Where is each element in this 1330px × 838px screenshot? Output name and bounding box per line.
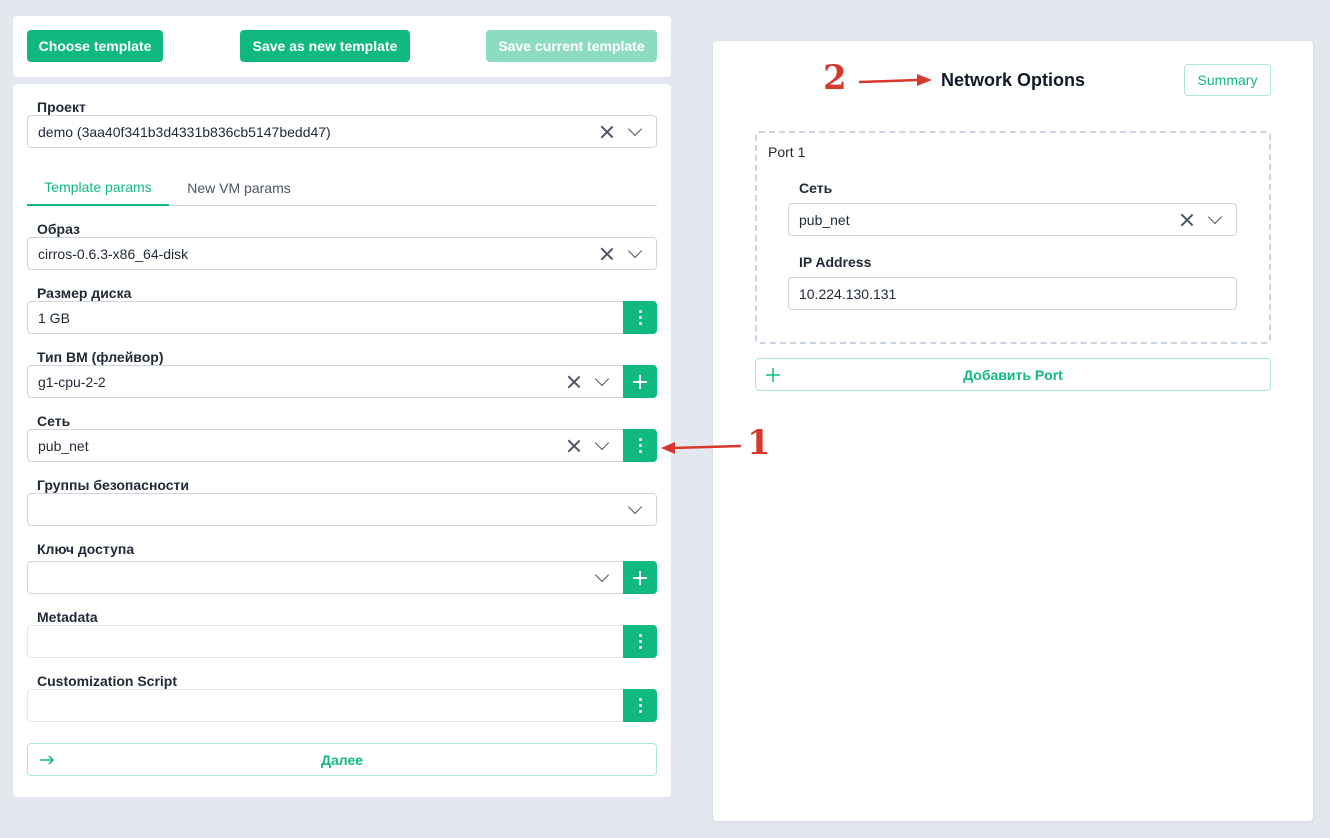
next-button[interactable]: Далее <box>27 743 657 776</box>
add-port-label: Добавить Port <box>963 366 1063 383</box>
disk-size-value: 1 GB <box>38 309 70 326</box>
disk-size-input[interactable]: 1 GB <box>27 301 624 334</box>
network-select[interactable]: pub_net <box>27 429 624 462</box>
annotation-arrow-1 <box>661 442 742 454</box>
access-key-select[interactable] <box>27 561 624 594</box>
choose-template-button[interactable]: Choose template <box>27 30 163 62</box>
chevron-down-icon[interactable] <box>594 435 610 451</box>
network-value: pub_net <box>38 437 89 454</box>
project-value: demo (3aa40f341b3d4331b836cb5147bedd47) <box>38 123 331 140</box>
image-select[interactable]: cirros-0.6.3-x86_64-disk <box>27 237 657 270</box>
vm-form: Проект demo (3aa40f341b3d4331b836cb5147b… <box>13 84 671 797</box>
image-label: Образ <box>37 221 81 237</box>
summary-button[interactable]: Summary <box>1184 64 1271 96</box>
port-label: Port 1 <box>768 144 806 160</box>
ip-address-value: 10.224.130.131 <box>799 285 897 302</box>
add-access-key-button[interactable] <box>623 561 657 594</box>
security-groups-select[interactable] <box>27 493 657 526</box>
customization-script-input[interactable] <box>27 689 624 722</box>
project-label: Проект <box>37 99 86 115</box>
chevron-down-icon[interactable] <box>627 243 643 259</box>
image-value: cirros-0.6.3-x86_64-disk <box>38 245 189 262</box>
clear-icon[interactable] <box>567 375 581 389</box>
tab-bar: Template params New VM params <box>27 170 657 206</box>
plus-icon <box>766 368 780 382</box>
metadata-input[interactable] <box>27 625 624 658</box>
plus-icon <box>633 374 647 389</box>
ip-address-input[interactable]: 10.224.130.131 <box>788 277 1237 310</box>
project-select[interactable]: demo (3aa40f341b3d4331b836cb5147bedd47) <box>27 115 657 148</box>
disk-size-options-button[interactable] <box>623 301 657 334</box>
save-as-new-template-button[interactable]: Save as new template <box>240 30 410 62</box>
metadata-label: Metadata <box>37 609 98 625</box>
more-vertical-icon <box>638 634 642 649</box>
more-vertical-icon <box>638 310 642 325</box>
add-flavor-button[interactable] <box>623 365 657 398</box>
customization-script-options-button[interactable] <box>623 689 657 722</box>
more-vertical-icon <box>638 698 642 713</box>
port-network-value: pub_net <box>799 211 850 228</box>
chevron-down-icon[interactable] <box>1207 209 1223 225</box>
tab-new-vm-params[interactable]: New VM params <box>169 170 309 206</box>
clear-icon[interactable] <box>567 439 581 453</box>
chevron-down-icon[interactable] <box>594 371 610 387</box>
port-network-label: Сеть <box>799 180 833 196</box>
flavor-value: g1-cpu-2-2 <box>38 373 106 390</box>
clear-icon[interactable] <box>600 125 614 139</box>
access-key-label: Ключ доступа <box>37 541 135 557</box>
clear-icon[interactable] <box>1180 213 1194 227</box>
clear-icon[interactable] <box>600 247 614 261</box>
template-toolbar: Choose template Save as new template Sav… <box>13 16 671 77</box>
flavor-label: Тип ВМ (флейвор) <box>37 349 164 365</box>
flavor-select[interactable]: g1-cpu-2-2 <box>27 365 624 398</box>
port-network-select[interactable]: pub_net <box>788 203 1237 236</box>
save-current-template-button[interactable]: Save current template <box>486 30 657 62</box>
panel-title: Network Options <box>941 70 1086 90</box>
annotation-number-1: 1 <box>747 423 771 463</box>
security-groups-label: Группы безопасности <box>37 477 190 493</box>
next-button-label: Далее <box>320 751 364 768</box>
annotation-arrow-2 <box>858 74 932 86</box>
disk-size-label: Размер диска <box>37 285 132 301</box>
chevron-down-icon[interactable] <box>627 499 643 515</box>
chevron-down-icon[interactable] <box>627 121 643 137</box>
chevron-down-icon[interactable] <box>594 567 610 583</box>
more-vertical-icon <box>638 438 642 453</box>
add-port-button[interactable]: Добавить Port <box>755 358 1271 391</box>
plus-icon <box>633 570 647 585</box>
customization-script-label: Customization Script <box>37 673 178 689</box>
arrow-right-icon <box>40 755 54 765</box>
network-options-button[interactable] <box>623 429 657 462</box>
port-card: Port 1 Сеть pub_net IP Address 10.224.13… <box>755 131 1271 344</box>
network-label: Сеть <box>37 413 71 429</box>
tab-template-params[interactable]: Template params <box>27 170 169 206</box>
annotation-number-2: 2 <box>823 58 847 98</box>
ip-address-label: IP Address <box>799 254 872 270</box>
metadata-options-button[interactable] <box>623 625 657 658</box>
network-options-panel: Network Options Summary Port 1 Сеть pub_… <box>713 41 1313 821</box>
